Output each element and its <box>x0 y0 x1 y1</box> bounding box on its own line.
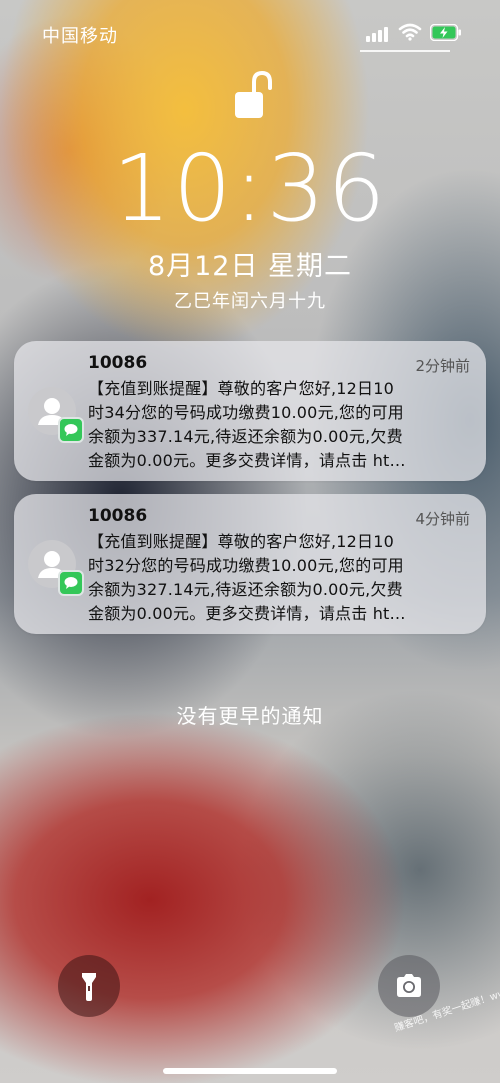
notification-line: 金额为0.00元。更多交费详情，请点击 ht… <box>88 604 406 623</box>
notification-line: 【充值到账提醒】尊敬的客户您好,12日10 <box>88 379 395 398</box>
lock-screen: 中国移动 10:36 8月12日 星期二 乙巳年闰六月十九 10086 2分钟前… <box>0 0 500 1083</box>
notification-card[interactable]: 10086 2分钟前 【充值到账提醒】尊敬的客户您好,12日10 时34分您的号… <box>14 341 486 481</box>
notification-sender: 10086 <box>88 353 148 373</box>
lock-time: 10:36 <box>112 135 388 242</box>
notification-body: 【充值到账提醒】尊敬的客户您好,12日10 时34分您的号码成功缴费10.00元… <box>88 377 472 473</box>
notification-body: 【充值到账提醒】尊敬的客户您好,12日10 时32分您的号码成功缴费10.00元… <box>88 530 472 626</box>
lunar-date: 乙巳年闰六月十九 <box>174 291 326 312</box>
unlocked-padlock-icon <box>232 70 272 122</box>
home-indicator[interactable] <box>163 1068 337 1074</box>
carrier-name: 中国移动 <box>42 26 118 47</box>
messages-icon <box>58 570 84 596</box>
battery-charging-icon <box>429 23 461 42</box>
no-earlier-notifications-text: 没有更早的通知 <box>176 704 324 728</box>
status-bar: 中国移动 <box>0 0 500 70</box>
flashlight-icon <box>82 973 96 1001</box>
notification-line: 余额为327.14元,待返还余额为0.00元,欠费 <box>88 580 403 599</box>
notification-time: 2分钟前 <box>415 357 470 375</box>
notification-line: 时32分您的号码成功缴费10.00元,您的可用 <box>88 556 404 575</box>
notification-line: 余额为337.14元,待返还余额为0.00元,欠费 <box>88 427 403 446</box>
notification-line: 时34分您的号码成功缴费10.00元,您的可用 <box>88 403 404 422</box>
status-underline <box>360 50 450 52</box>
notification-sender: 10086 <box>88 506 148 526</box>
lock-date: 8月12日 星期二 <box>147 251 353 282</box>
messages-icon <box>58 417 84 443</box>
notification-line: 金额为0.00元。更多交费详情，请点击 ht… <box>88 451 406 470</box>
notification-card[interactable]: 10086 4分钟前 【充值到账提醒】尊敬的客户您好,12日10 时32分您的号… <box>14 494 486 634</box>
notification-time: 4分钟前 <box>415 510 470 528</box>
notification-line: 【充值到账提醒】尊敬的客户您好,12日10 <box>88 532 395 551</box>
flashlight-button[interactable] <box>58 955 120 1017</box>
wifi-icon <box>398 23 422 41</box>
signal-bars-icon <box>366 26 392 42</box>
